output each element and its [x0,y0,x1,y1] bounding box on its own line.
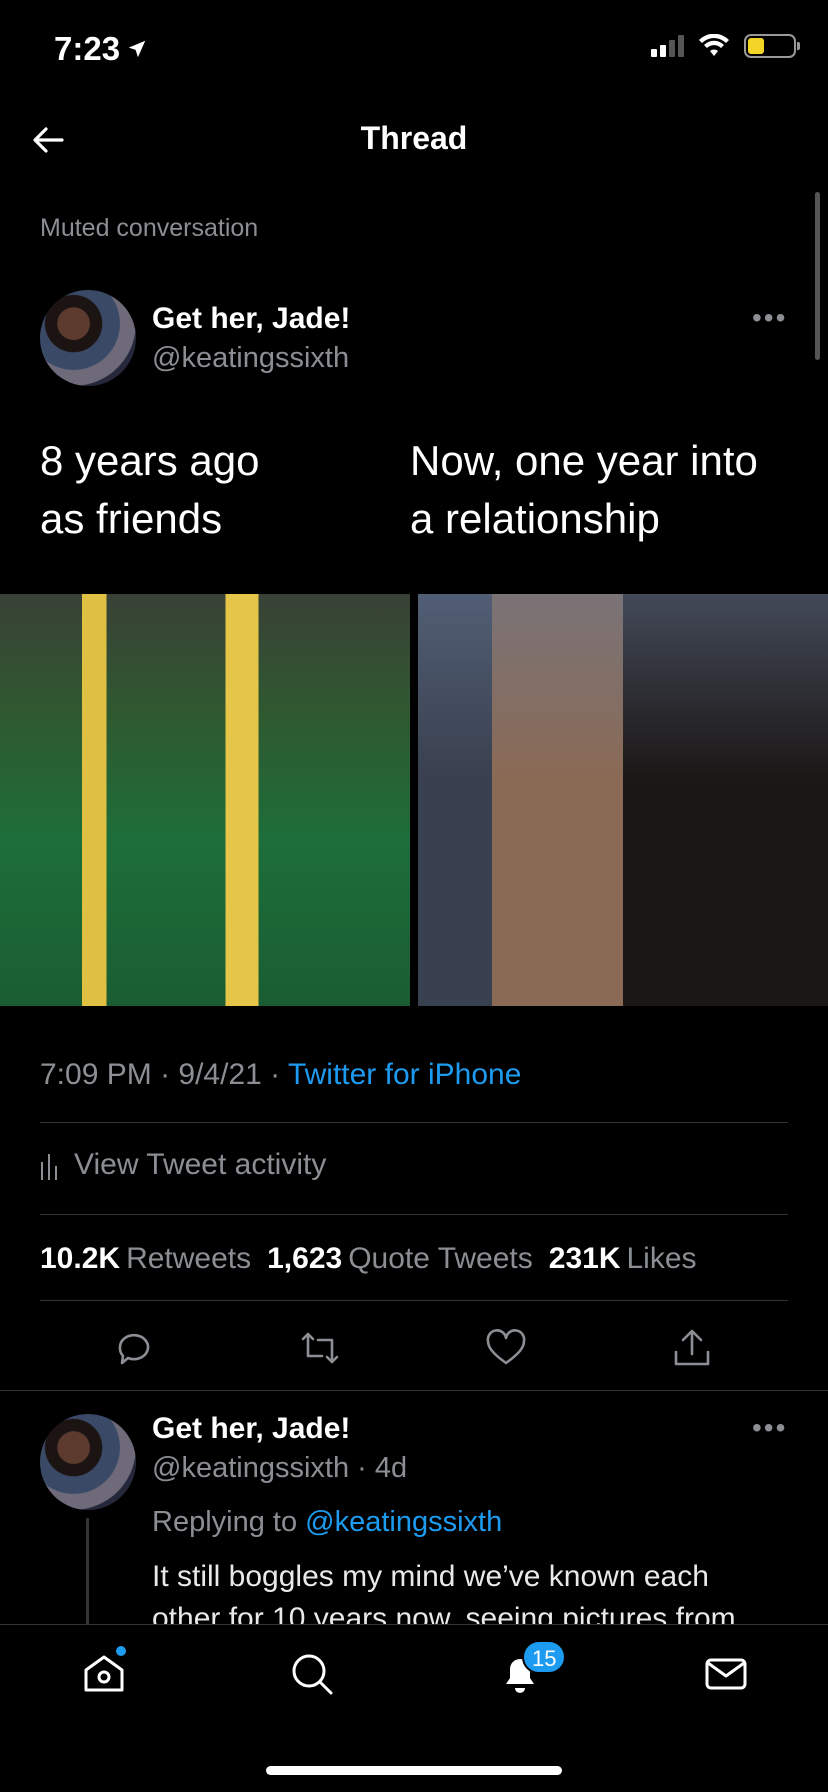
reply-text-line: It still boggles my mind we’ve known eac… [152,1560,709,1593]
scrollbar[interactable] [815,192,820,360]
tweet-date: 9/4/21 [178,1058,262,1091]
likes-stat[interactable]: 231K Likes [549,1242,697,1276]
divider [40,1122,788,1123]
search-icon [292,1654,333,1695]
home-icon [84,1655,124,1692]
quotes-stat[interactable]: 1,623 Quote Tweets [267,1242,533,1276]
wifi-icon [699,34,729,56]
divider [0,1390,828,1391]
reply-icon [118,1333,150,1365]
activity-bars-icon [41,1154,57,1180]
share-button[interactable] [670,1326,714,1370]
reply-author-name[interactable]: Get her, Jade! [152,1412,350,1446]
divider [40,1300,788,1301]
reply-avatar[interactable] [40,1414,136,1510]
tweet-source-link[interactable]: Twitter for iPhone [288,1058,521,1091]
page-title: Thread [360,120,468,156]
avatar[interactable] [40,290,136,386]
reply-more-options-icon[interactable]: ••• [752,1412,787,1444]
reply-text-line: other for 10 years now, seeing pictures … [152,1602,736,1624]
retweet-button[interactable] [298,1326,342,1370]
mail-icon [705,1658,747,1690]
divider [40,1214,788,1215]
like-button[interactable] [484,1326,528,1370]
cellular-signal-icon [651,35,684,57]
muted-conversation-label: Muted conversation [40,214,259,242]
home-unread-dot [116,1646,126,1656]
tweet-text-left: 8 years ago as friends [40,432,259,548]
status-time: 7:23 [54,30,148,68]
tab-search[interactable] [288,1650,336,1698]
tweet-text-line: Now, one year into [410,437,758,484]
share-icon [674,1329,710,1366]
tweet-photo-couple[interactable] [418,594,828,1006]
location-arrow-icon [128,40,146,58]
reply-text: It still boggles my mind we’ve known eac… [152,1556,792,1624]
tweet-text-line: a relationship [410,495,660,542]
notifications-badge: 15 [522,1640,567,1674]
tweet-photo-graduation[interactable] [0,594,410,1006]
tweet-text-right: Now, one year into a relationship [410,432,758,548]
heart-icon [486,1329,526,1365]
tweet-text-line: as friends [40,495,223,542]
reply-author-handle[interactable]: @keatingssixth [152,1452,349,1484]
reply-button[interactable] [112,1326,156,1370]
reply-age: 4d [374,1452,408,1484]
battery-icon [744,34,800,58]
thread-connector [86,1518,89,1628]
retweets-stat[interactable]: 10.2K Retweets [40,1242,251,1276]
tab-home[interactable] [80,1650,128,1698]
home-indicator[interactable] [266,1766,562,1775]
tweet-text-line: 8 years ago [40,437,260,484]
replying-prefix: Replying to [152,1506,298,1538]
replying-to-link[interactable]: @keatingssixth [305,1506,502,1538]
reply-handle-line: @keatingssixth · 4d [152,1452,408,1484]
author-name[interactable]: Get her, Jade! [152,302,350,336]
tab-messages[interactable] [702,1650,750,1698]
activity-label: View Tweet activity [74,1148,327,1181]
status-icons [651,34,800,58]
view-tweet-activity[interactable]: View Tweet activity [40,1148,326,1182]
tweet-stats: 10.2K Retweets 1,623 Quote Tweets 231K Like… [40,1242,697,1276]
replying-to: Replying to @keatingssixth [152,1506,502,1539]
tweet-meta: 7:09 PM · 9/4/21 · Twitter for iPhone [40,1058,522,1091]
author-handle[interactable]: @keatingssixth [152,342,349,375]
tweet-time: 7:09 PM [40,1058,152,1091]
more-options-icon[interactable]: ••• [752,302,787,334]
retweet-icon [301,1332,339,1364]
